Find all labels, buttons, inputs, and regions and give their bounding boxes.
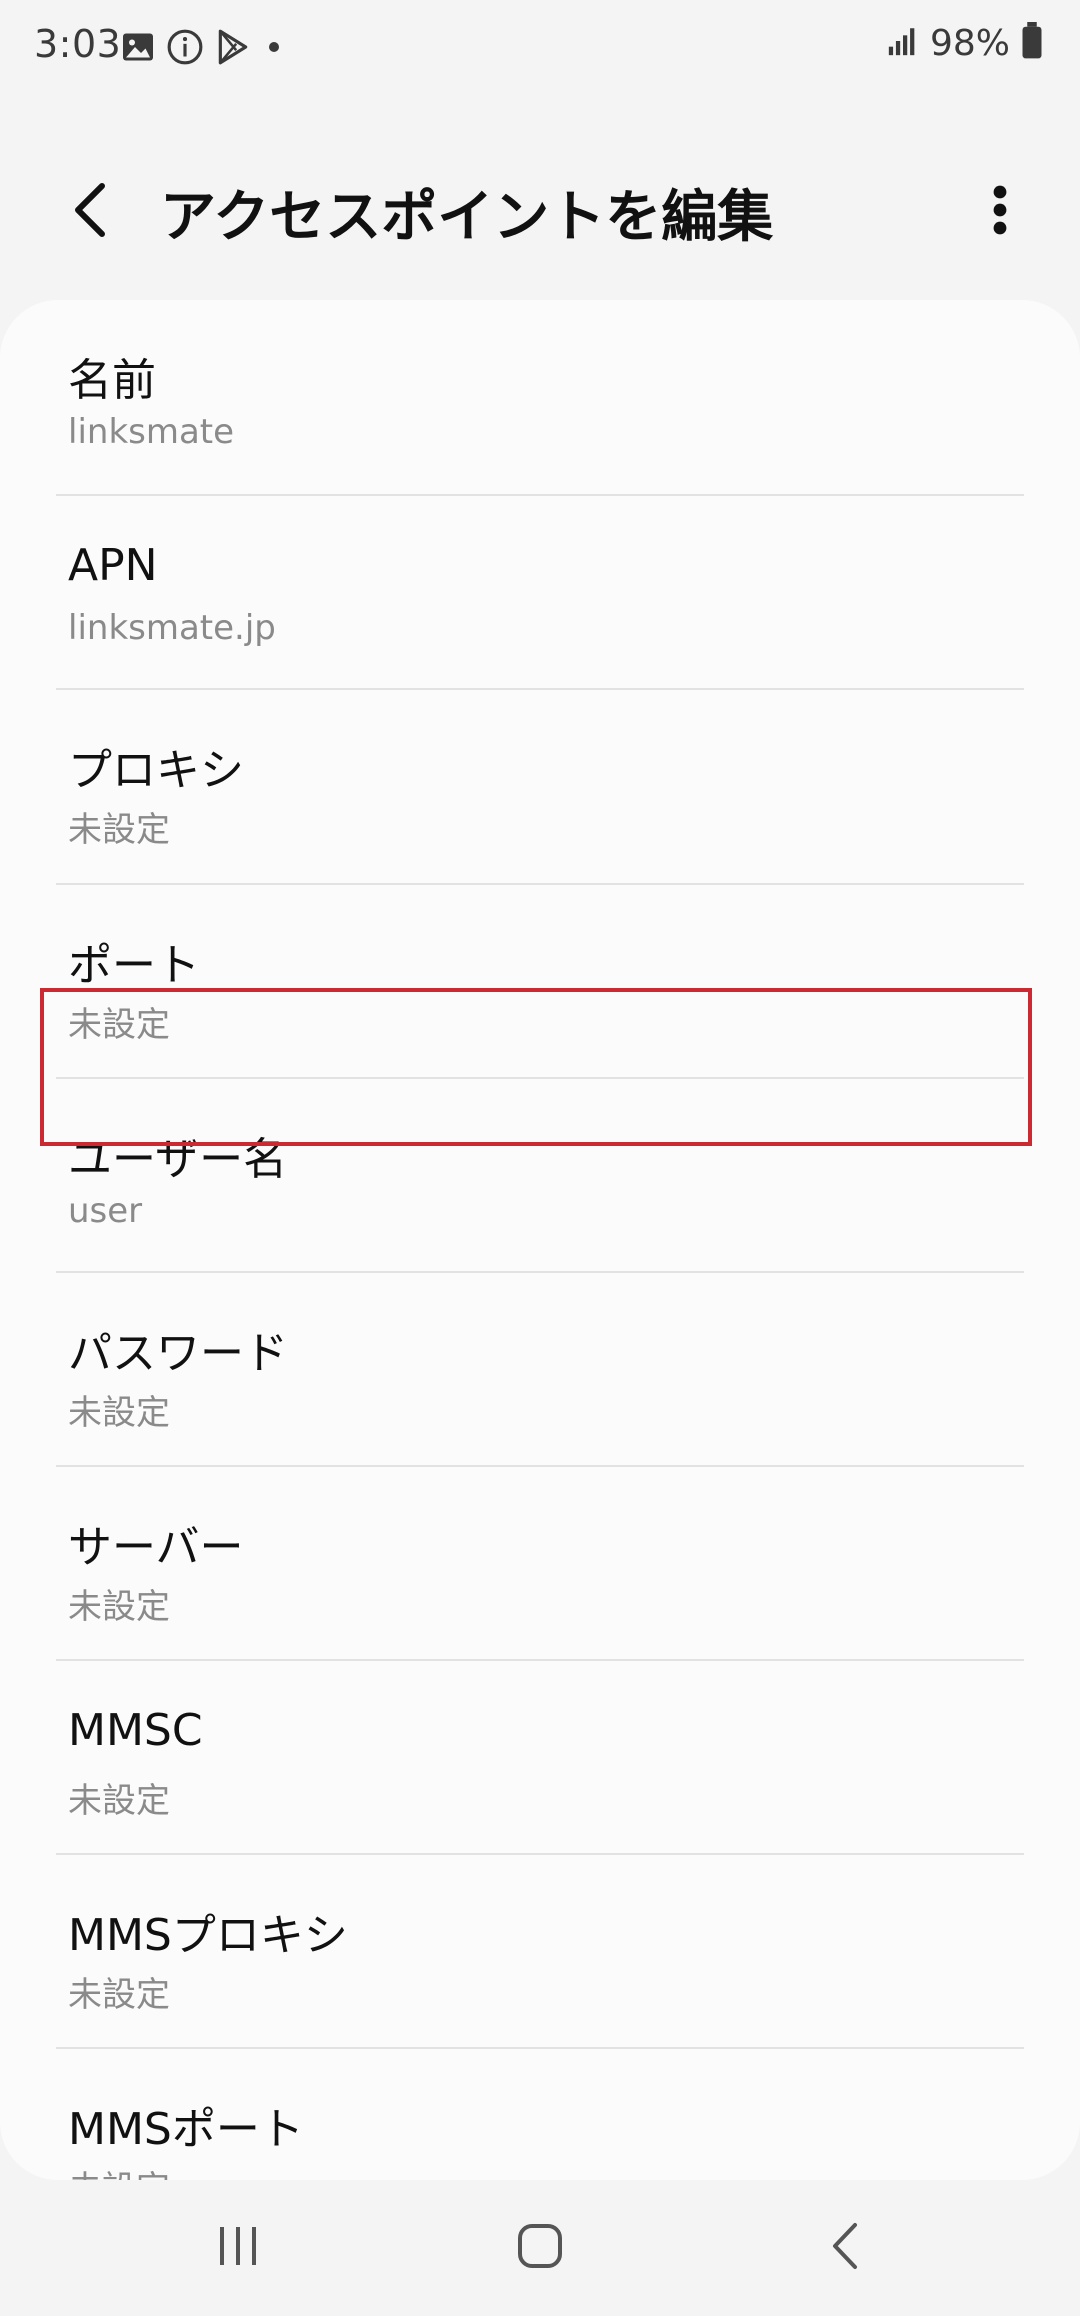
battery-icon bbox=[1020, 22, 1044, 64]
item-label: APN bbox=[68, 540, 158, 591]
battery-percentage: 98% bbox=[929, 22, 1010, 64]
more-vertical-icon bbox=[992, 184, 1008, 240]
status-icons-right: 98% bbox=[886, 22, 1044, 64]
home-icon bbox=[515, 2221, 565, 2275]
item-value: 未設定 bbox=[68, 1781, 170, 1821]
back-button[interactable] bbox=[58, 180, 122, 244]
list-item-mms-port[interactable]: MMSポート 未設定 bbox=[0, 2049, 1080, 2180]
item-label: パスワード bbox=[68, 1328, 288, 1379]
list-item-mms-proxy[interactable]: MMSプロキシ 未設定 bbox=[0, 1855, 1080, 2049]
recent-apps-button[interactable] bbox=[190, 2200, 286, 2296]
list-item-username[interactable]: ユーザー名 user bbox=[0, 1079, 1080, 1273]
signal-icon bbox=[886, 24, 920, 62]
list-item-mmsc[interactable]: MMSC 未設定 bbox=[0, 1661, 1080, 1855]
chevron-left-icon bbox=[70, 182, 110, 242]
list-item-server[interactable]: サーバー 未設定 bbox=[0, 1467, 1080, 1661]
item-label: ユーザー名 bbox=[68, 1134, 288, 1185]
item-label: ポート bbox=[68, 940, 200, 991]
item-value: linksmate bbox=[68, 412, 235, 452]
item-value: 未設定 bbox=[68, 1393, 170, 1433]
list-item-apn[interactable]: APN linksmate.jp bbox=[0, 496, 1080, 690]
item-label: 名前 bbox=[68, 355, 156, 406]
info-icon bbox=[166, 28, 204, 70]
status-time: 3:03 bbox=[34, 22, 122, 66]
app-bar: アクセスポイントを編集 bbox=[0, 150, 1080, 280]
navigation-bar bbox=[0, 2180, 1080, 2316]
status-bar: 3:03 98% bbox=[0, 0, 1080, 96]
item-label: プロキシ bbox=[68, 745, 244, 796]
dot-icon bbox=[262, 35, 286, 63]
recent-apps-icon bbox=[214, 2223, 262, 2273]
back-nav-button[interactable] bbox=[796, 2200, 892, 2296]
item-value: user bbox=[68, 1191, 143, 1231]
image-icon bbox=[120, 29, 156, 69]
item-value: 未設定 bbox=[68, 810, 170, 850]
list-item-port[interactable]: ポート 未設定 bbox=[0, 885, 1080, 1079]
item-value: 未設定 bbox=[68, 1005, 170, 1045]
list-item-password[interactable]: パスワード 未設定 bbox=[0, 1273, 1080, 1467]
apn-settings-list: 名前 linksmate APN linksmate.jp プロキシ 未設定 ポ… bbox=[0, 300, 1080, 2180]
item-label: MMSプロキシ bbox=[68, 1910, 348, 1961]
home-button[interactable] bbox=[492, 2200, 588, 2296]
item-value: 未設定 bbox=[68, 2161, 170, 2180]
item-label: MMSポート bbox=[68, 2104, 304, 2155]
play-store-icon bbox=[214, 28, 252, 70]
list-item-name[interactable]: 名前 linksmate bbox=[0, 300, 1080, 494]
page-title: アクセスポイントを編集 bbox=[160, 185, 774, 250]
item-value: linksmate.jp bbox=[68, 608, 276, 648]
item-label: サーバー bbox=[68, 1522, 244, 1573]
list-item-proxy[interactable]: プロキシ 未設定 bbox=[0, 690, 1080, 884]
status-icons-left bbox=[120, 28, 286, 70]
item-value: 未設定 bbox=[68, 1587, 170, 1627]
item-label: MMSC bbox=[68, 1705, 203, 1756]
back-icon bbox=[827, 2221, 861, 2275]
more-options-button[interactable] bbox=[968, 180, 1032, 244]
item-value: 未設定 bbox=[68, 1975, 170, 2015]
